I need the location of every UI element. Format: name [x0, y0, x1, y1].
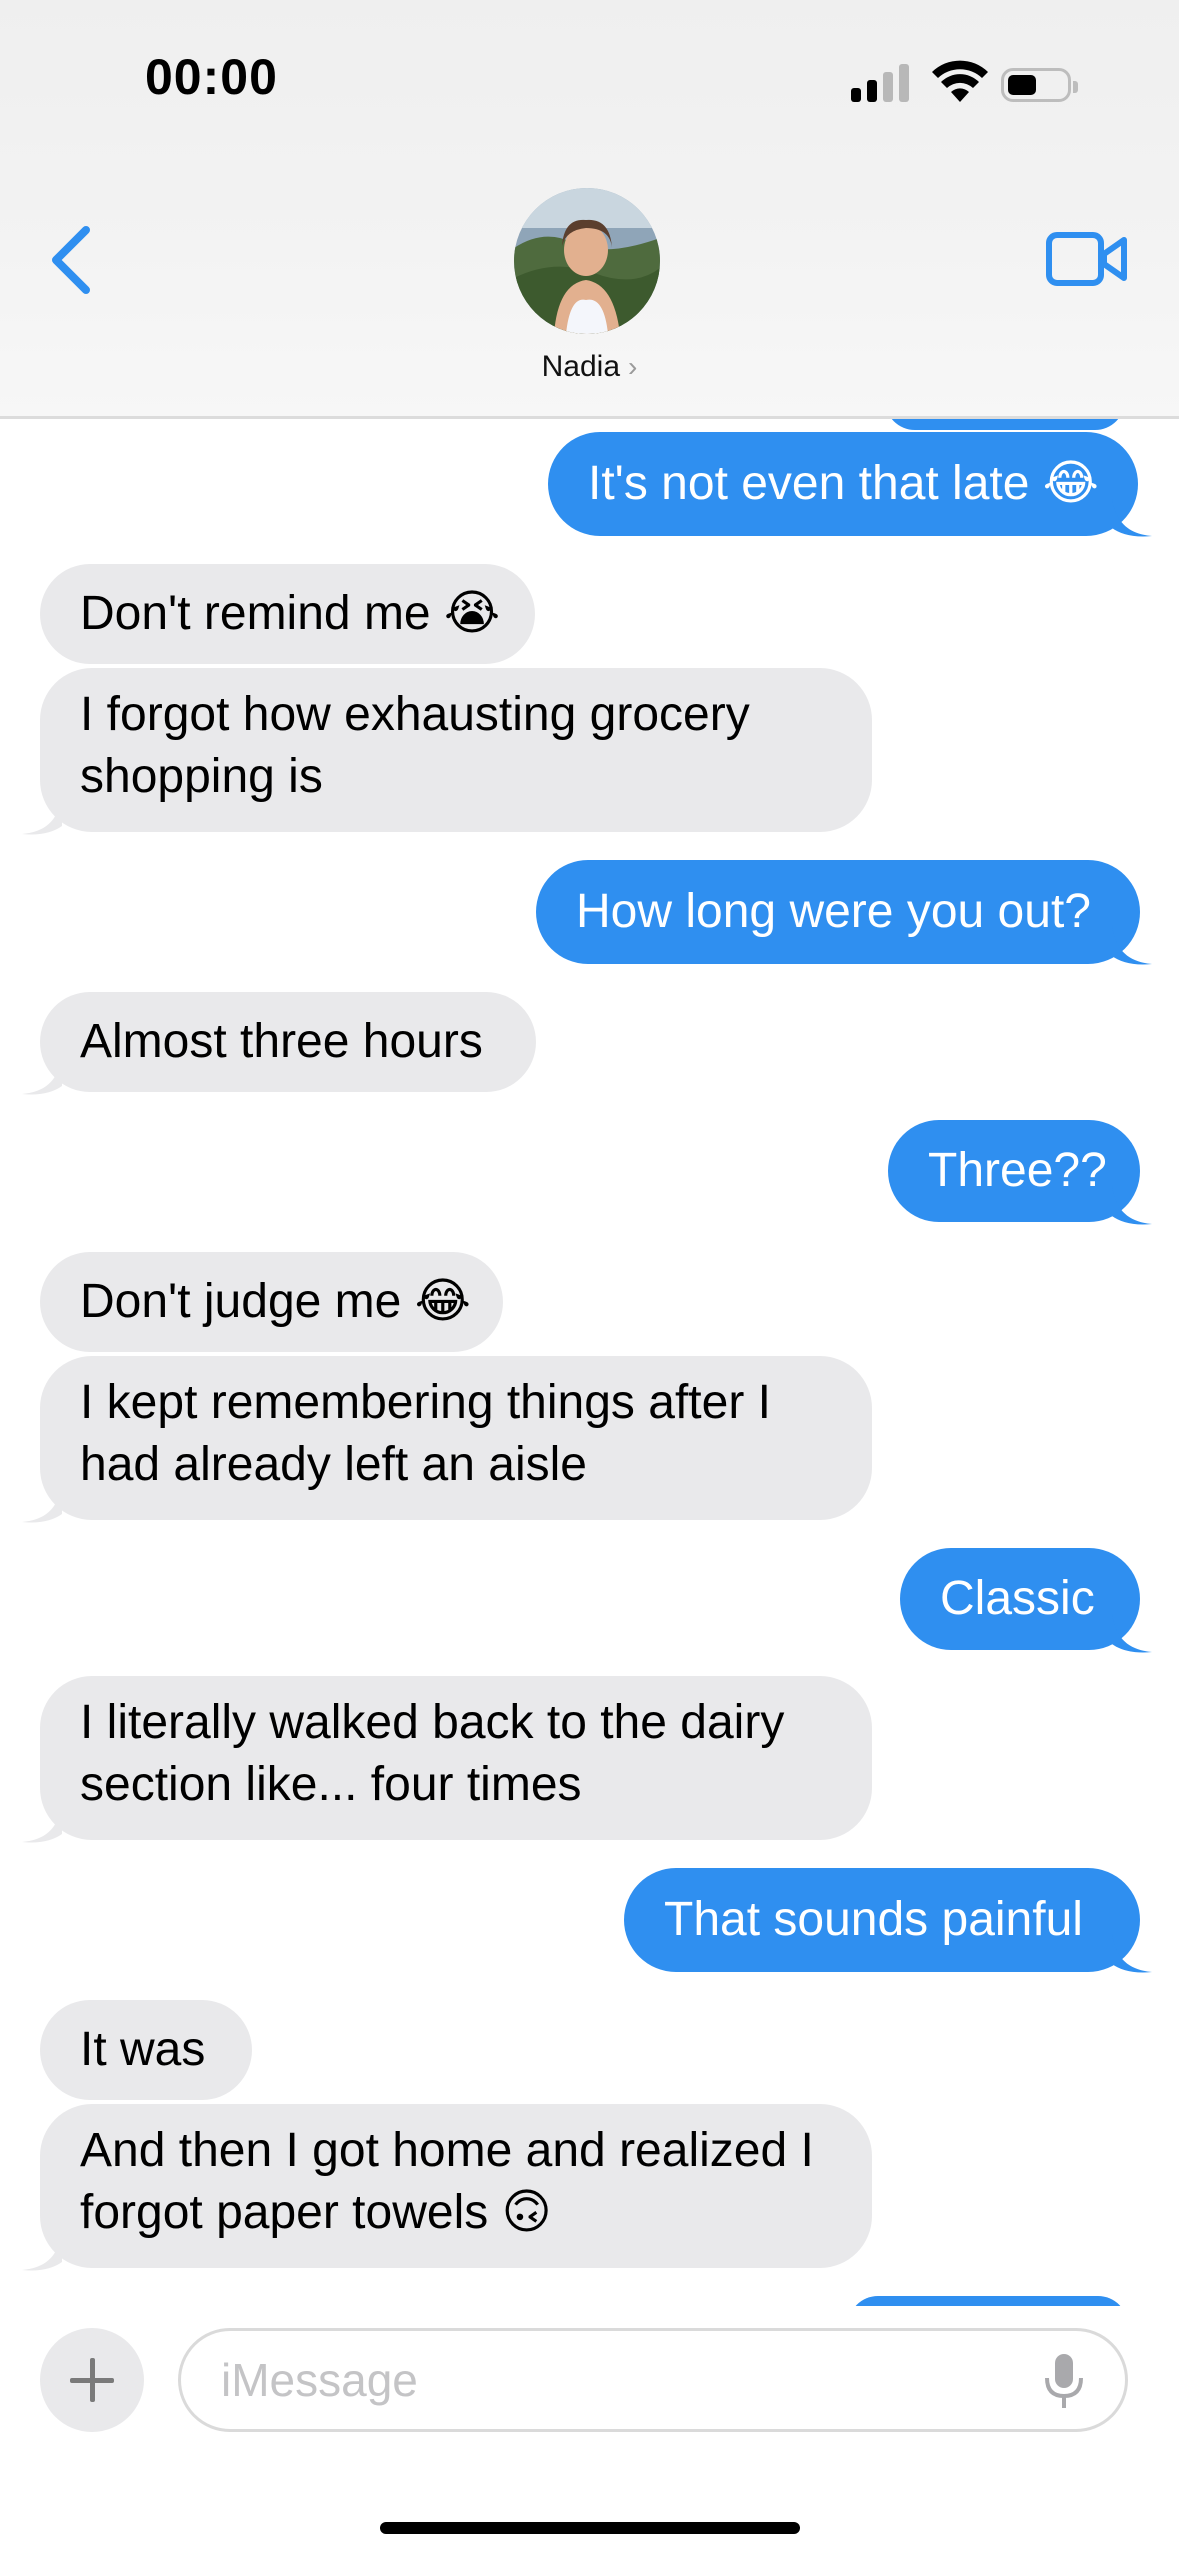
received-message[interactable]: And then I got home and realized I forgo…	[40, 2104, 872, 2268]
back-chevron-icon[interactable]	[44, 222, 104, 298]
microphone-icon[interactable]	[1042, 2352, 1086, 2412]
contact-name-label: Nadia	[541, 350, 621, 383]
received-message[interactable]: I kept remembering things after I had al…	[40, 1356, 872, 1520]
wifi-icon	[932, 60, 988, 102]
sent-message[interactable]: It's not even that late 😂	[548, 432, 1138, 536]
message-composer	[0, 2306, 1179, 2556]
received-message[interactable]: Almost three hours	[40, 992, 536, 1092]
sent-message[interactable]: How long were you out?	[536, 860, 1140, 964]
bubble-tail	[1112, 1934, 1152, 1973]
battery-icon	[1001, 68, 1078, 102]
bubble-tail	[22, 1804, 62, 1843]
bubble-tail	[22, 1056, 62, 1095]
imessage-input[interactable]	[178, 2328, 1128, 2432]
plus-icon[interactable]	[40, 2328, 144, 2432]
bubble-tail	[1112, 498, 1152, 537]
sent-message[interactable]: Classic	[900, 1548, 1140, 1650]
sent-message[interactable]: Three??	[888, 1120, 1140, 1222]
sent-message[interactable]: That sounds painful	[624, 1868, 1140, 1972]
chevron-right-icon: ›	[628, 351, 638, 382]
conversation-header: 00:00 Nadia ›	[0, 0, 1179, 419]
home-indicator[interactable]	[380, 2522, 800, 2534]
received-message[interactable]: I literally walked back to the dairy sec…	[40, 1676, 872, 1840]
bubble-tail	[22, 796, 62, 835]
contact-name[interactable]: Nadia ›	[0, 350, 1179, 384]
status-time: 00:00	[145, 49, 278, 105]
received-message[interactable]: Don't judge me 😂	[40, 1252, 503, 1352]
received-message[interactable]: Don't remind me 😭	[40, 564, 535, 664]
video-camera-icon[interactable]	[1046, 230, 1128, 288]
bubble-tail	[22, 2232, 62, 2271]
received-message[interactable]: It was	[40, 2000, 252, 2100]
contact-avatar[interactable]	[514, 188, 660, 334]
cellular-signal-icon	[851, 62, 913, 106]
bubble-tail	[22, 1484, 62, 1523]
bubble-tail	[1112, 926, 1152, 965]
bubble-tail	[1112, 1614, 1152, 1653]
received-message[interactable]: I forgot how exhausting grocery shopping…	[40, 668, 872, 832]
bubble-tail	[1112, 1186, 1152, 1225]
